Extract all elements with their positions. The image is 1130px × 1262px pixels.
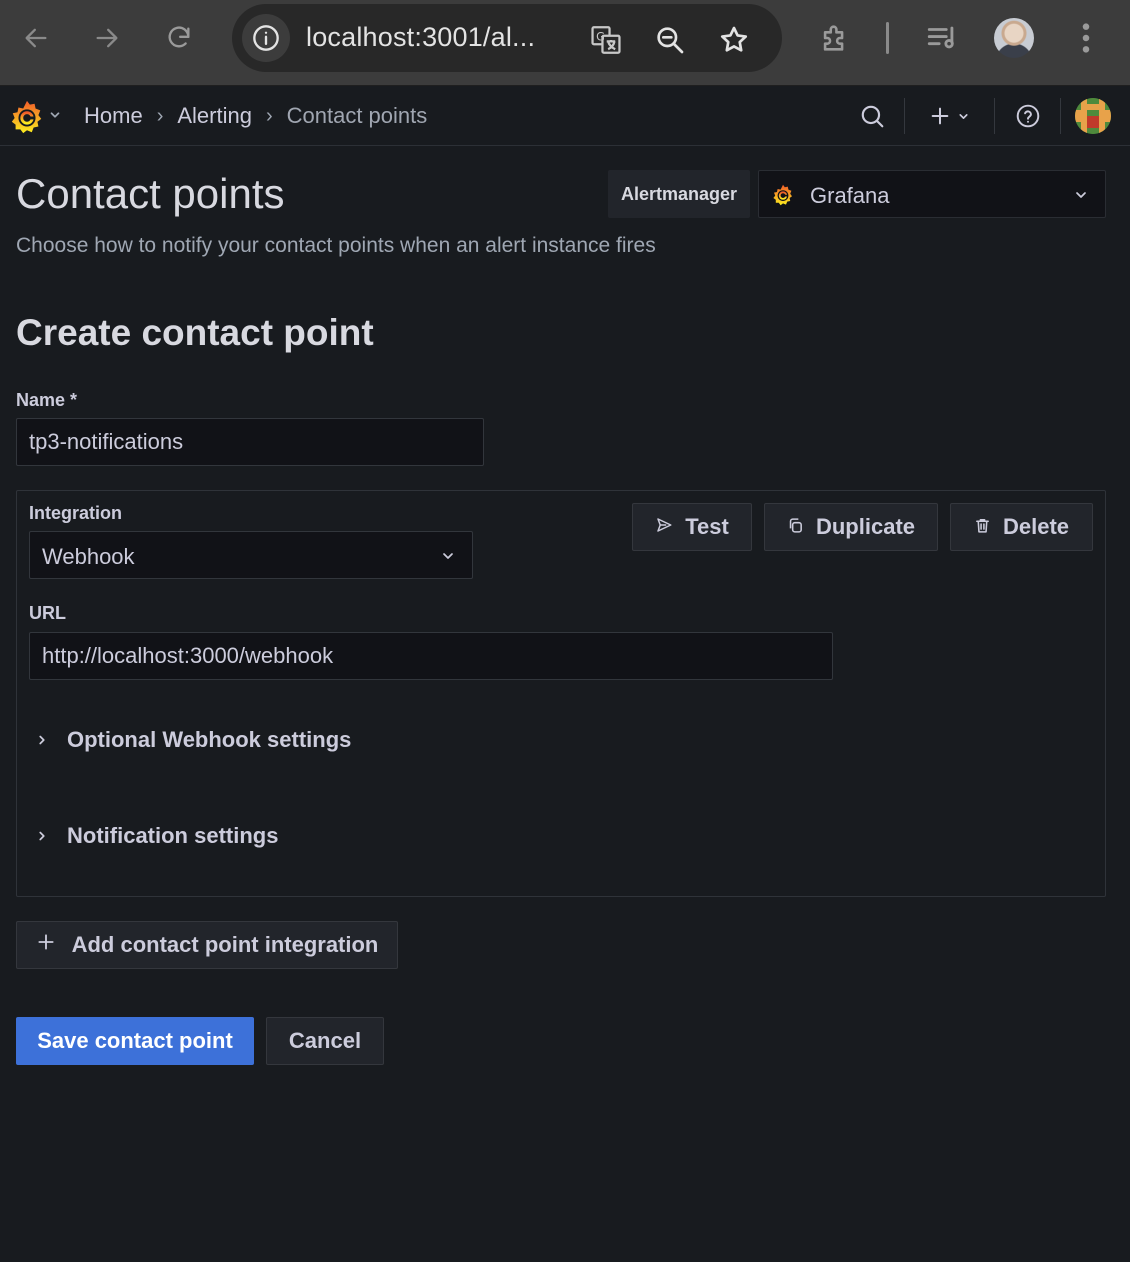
url-label: URL	[29, 603, 66, 623]
grafana-logo[interactable]	[8, 98, 46, 136]
integration-select[interactable]: Webhook	[29, 531, 473, 579]
plus-icon[interactable]	[924, 100, 974, 132]
reading-list-icon[interactable]	[922, 18, 962, 58]
chevron-down-icon	[440, 548, 456, 569]
test-button-label: Test	[685, 514, 729, 539]
page-subtitle: Choose how to notify your contact points…	[16, 234, 656, 257]
chevron-right-icon	[35, 727, 49, 753]
info-icon[interactable]	[242, 14, 290, 62]
browser-toolbar: localhost:3001/al... G	[0, 0, 1130, 86]
forward-arrow-icon[interactable]	[89, 20, 125, 56]
user-avatar[interactable]	[1075, 98, 1111, 134]
plus-icon	[36, 932, 56, 958]
name-input[interactable]	[16, 418, 484, 466]
trash-icon	[974, 514, 991, 540]
integration-value: Webhook	[42, 544, 135, 569]
save-contact-point-button[interactable]: Save contact point	[16, 1017, 254, 1065]
test-button[interactable]: Test	[632, 503, 752, 551]
chevron-right-icon	[35, 823, 49, 849]
chevron-down-icon[interactable]	[48, 108, 62, 127]
search-icon[interactable]	[856, 100, 888, 132]
grafana-top-nav: Home › Alerting › Contact points	[0, 86, 1130, 146]
notification-settings-toggle[interactable]: Notification settings	[35, 823, 278, 849]
notification-settings-label: Notification settings	[67, 823, 279, 848]
section-title: Create contact point	[16, 312, 374, 353]
add-integration-label: Add contact point integration	[71, 932, 379, 957]
address-bar[interactable]: localhost:3001/al... G	[232, 4, 782, 72]
nav-divider	[1060, 98, 1061, 134]
duplicate-button-label: Duplicate	[815, 514, 916, 539]
chevron-right-icon: ›	[156, 104, 164, 127]
breadcrumb-alerting[interactable]: Alerting	[177, 103, 252, 129]
chevron-right-icon: ›	[265, 104, 273, 127]
optional-webhook-settings-label: Optional Webhook settings	[67, 727, 352, 752]
breadcrumb: Home › Alerting › Contact points	[84, 103, 427, 129]
page-title: Contact points	[16, 170, 285, 217]
alertmanager-select[interactable]: Grafana	[758, 170, 1106, 218]
nav-divider	[994, 98, 995, 134]
integration-label: Integration	[29, 503, 122, 523]
breadcrumb-home[interactable]: Home	[84, 103, 143, 129]
chevron-down-icon	[1073, 187, 1089, 208]
add-integration-button[interactable]: Add contact point integration	[16, 921, 398, 969]
kebab-menu-icon[interactable]	[1066, 18, 1106, 58]
url-input[interactable]	[29, 632, 833, 680]
name-label: Name *	[16, 390, 78, 410]
breadcrumb-contact-points: Contact points	[286, 103, 428, 128]
extensions-icon[interactable]	[815, 18, 855, 58]
zoom-icon[interactable]	[650, 20, 690, 60]
toolbar-separator	[886, 22, 889, 54]
delete-button[interactable]: Delete	[950, 503, 1093, 551]
translate-icon[interactable]: G	[586, 20, 626, 60]
chevron-down-icon	[958, 113, 968, 119]
profile-avatar[interactable]	[994, 18, 1034, 58]
reload-icon[interactable]	[161, 20, 197, 56]
cancel-button[interactable]: Cancel	[266, 1017, 384, 1065]
optional-webhook-settings-toggle[interactable]: Optional Webhook settings	[35, 727, 351, 753]
nav-divider	[904, 98, 905, 134]
copy-icon	[787, 514, 804, 540]
alertmanager-label: Alertmanager	[608, 170, 750, 218]
grafana-logo	[771, 183, 795, 207]
url-text[interactable]: localhost:3001/al...	[306, 22, 535, 53]
duplicate-button[interactable]: Duplicate	[764, 503, 938, 551]
svg-text:G: G	[596, 30, 605, 44]
back-arrow-icon[interactable]	[18, 20, 54, 56]
help-icon[interactable]	[1012, 100, 1044, 132]
integration-panel: Integration Webhook Test Duplicate Delet…	[16, 490, 1106, 897]
delete-button-label: Delete	[1002, 514, 1070, 539]
send-icon	[655, 514, 673, 540]
alertmanager-value: Grafana	[810, 183, 890, 208]
star-icon[interactable]	[714, 20, 754, 60]
